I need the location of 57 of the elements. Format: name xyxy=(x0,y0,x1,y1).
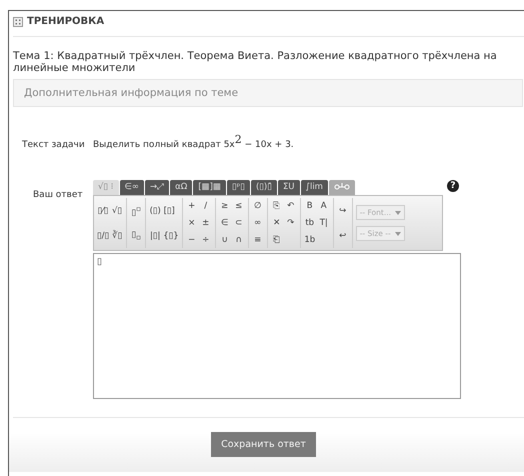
symbol-button[interactable]: ↩ xyxy=(336,230,349,240)
answer-field[interactable]: ▯ xyxy=(93,253,461,399)
symbol-button[interactable]: ▯$^{▫}$ xyxy=(130,204,142,218)
symbol-button[interactable]: A xyxy=(318,201,330,212)
symbol-button[interactable]: × xyxy=(186,218,198,228)
symbol-button[interactable]: ≡ xyxy=(252,234,264,245)
palette-tab[interactable]: (▯)▯̄ xyxy=(250,180,277,195)
panel-title: ТРЕНИРОВКА xyxy=(27,16,104,27)
palette-tab[interactable]: ▯ᵖ▯ xyxy=(226,180,250,195)
answer-label: Ваш ответ xyxy=(32,189,84,202)
symbol-button[interactable]: ≤ xyxy=(232,201,245,212)
symbol-button[interactable]: T| xyxy=(318,218,330,228)
caret-icon xyxy=(394,232,401,236)
symbol-button[interactable]: ↷ xyxy=(284,218,297,228)
symbol-button[interactable]: ∅ xyxy=(252,201,264,212)
symbol-button[interactable]: / xyxy=(200,201,212,212)
symbol-button[interactable]: ⎘ xyxy=(270,201,283,212)
symbol-button[interactable]: B xyxy=(304,201,316,212)
symbol-button[interactable]: ↶ xyxy=(284,201,297,212)
help-icon[interactable]: ? xyxy=(447,180,459,192)
symbol-button[interactable]: ∛▯ xyxy=(111,230,124,240)
symbol-button[interactable]: (▯) xyxy=(149,206,162,216)
symbol-button[interactable]: ↪ xyxy=(336,206,349,216)
shapes-icon xyxy=(334,182,350,190)
symbol-button[interactable]: √▯ xyxy=(111,206,123,216)
symbol-button[interactable]: {▯} xyxy=(163,230,179,240)
palette-tab[interactable]: αΩ xyxy=(170,180,192,195)
save-button[interactable]: Сохранить ответ xyxy=(211,432,316,457)
grid-icon xyxy=(13,16,23,26)
symbol-button[interactable]: 1b xyxy=(304,234,316,245)
symbol-button[interactable]: − xyxy=(186,234,198,245)
symbol-button[interactable]: ∩ xyxy=(232,234,245,245)
symbol-button[interactable]: ≥ xyxy=(218,201,231,212)
symbol-button[interactable]: ± xyxy=(200,218,212,228)
palette-tab[interactable]: ΣU xyxy=(278,180,300,195)
palette-tab[interactable]: →⤢ xyxy=(145,180,170,195)
symbol-button[interactable]: ∞ xyxy=(252,218,264,228)
palette-tab[interactable]: ∫lim xyxy=(300,180,328,195)
symbol-button[interactable]: ∈ xyxy=(218,218,231,228)
symbol-button[interactable]: ▯/▯ xyxy=(97,230,110,240)
symbol-button[interactable]: [▯] xyxy=(163,206,176,216)
symbol-button[interactable]: ∪ xyxy=(218,234,231,245)
symbol-button[interactable]: tb xyxy=(304,218,316,228)
palette-tab[interactable] xyxy=(328,180,355,195)
symbol-button[interactable]: ▯$_{▫}$ xyxy=(130,230,142,242)
symbol-button[interactable]: ▯⁄▯ xyxy=(97,206,109,216)
topic-text: Тема 1: Квадратный трёхчлен. Теорема Виета. Разложение квадратного трёхчлена на линейные множители xyxy=(13,50,498,74)
symbol-button[interactable]: + xyxy=(186,201,198,212)
palette-tab[interactable]: ∈∞ xyxy=(120,180,144,195)
task-label: Текст задачи xyxy=(21,140,86,150)
symbol-button[interactable]: ⊂ xyxy=(232,218,245,228)
symbol-button[interactable]: |▯| xyxy=(149,230,162,240)
palette-tab[interactable]: [▦]▦ xyxy=(193,180,226,195)
symbol-button[interactable]: ÷ xyxy=(200,234,212,245)
caret-icon xyxy=(395,210,401,214)
symbol-button[interactable]: ⎗ xyxy=(270,234,283,245)
symbol-button[interactable]: ✕ xyxy=(270,218,283,228)
